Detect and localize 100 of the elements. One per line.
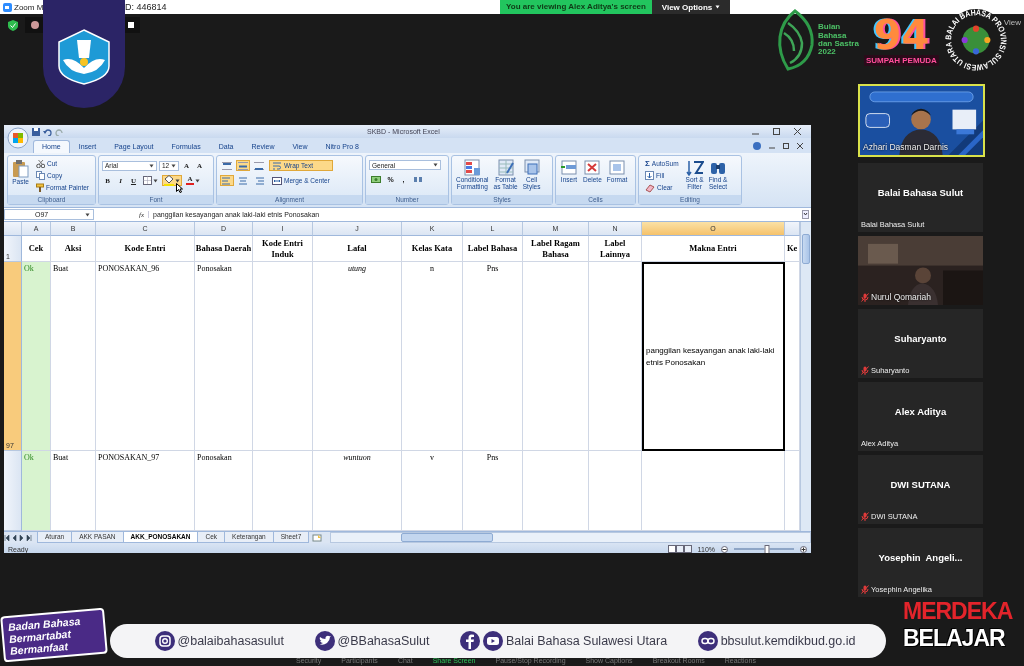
view-options-button[interactable]: View Options [652,0,730,14]
table-cell: Ponosakan [195,262,253,451]
borders-icon [143,176,152,185]
table-cell: PONOSAKAN_96 [96,262,195,451]
participant-name: Azhari Dasman Darnis [863,142,949,152]
caret-icon [171,163,176,168]
sort-icon [685,159,704,176]
facebook-icon [459,631,480,651]
cell-style-icon [522,159,541,176]
camera-icon [154,631,175,651]
muted-microphone-icon [861,366,869,375]
vertical-align-icon [238,161,248,170]
horizontal-align-icon [254,176,264,185]
cursor-icon [176,183,183,193]
merge-icon [272,176,282,185]
vertical-align-button[interactable] [252,160,266,171]
slogan-badge: Badan Bahasa Bermartabat Bermanfaat [0,607,108,663]
link-icon [697,631,718,651]
redo-icon [55,127,64,136]
scissors-icon [36,159,45,168]
column-header[interactable] [785,222,800,236]
vertical-align-button[interactable] [220,160,234,171]
copy-icon [36,171,45,180]
vertical-align-icon [254,161,264,170]
format-cells-icon [608,159,627,176]
bucket-icon [164,175,174,186]
participant-title: Balai Bahasa Sulut [876,187,965,198]
header-cell: Kode Entri [96,236,195,262]
decimal-icon [413,175,423,184]
row-header[interactable] [4,451,22,531]
new-sheet-icon [312,533,323,542]
caret-icon [85,212,90,217]
participant-title: Yosephin Angeli... [877,552,964,563]
zoom-in-icon [800,545,807,553]
horizontal-align-icon [238,176,248,185]
conditional-format-icon [463,159,482,176]
caret-icon [195,178,200,183]
header-cell: Label Lainnya [589,236,642,262]
table-cell: Ok [22,262,51,451]
restore-icon [783,143,789,149]
shield-icon [8,19,18,31]
slider-thumb[interactable] [764,545,770,553]
horizontal-scrollbar[interactable] [330,532,811,543]
stop-icon [128,22,134,28]
maximize-icon [773,128,780,135]
paste-icon [12,159,29,178]
help-icon [753,142,761,150]
expand-icon [802,210,809,219]
select-all-corner[interactable] [4,222,22,236]
table-icon [496,159,515,176]
record-icon [31,21,39,29]
bird-icon [314,631,335,651]
play-icon [482,631,503,651]
zoom-out-icon [721,545,728,553]
muted-microphone-icon [861,585,869,594]
table-cell: utung [313,262,402,451]
video-tile[interactable]: Azhari Dasman Darnis [858,84,985,157]
vertical-align-button[interactable] [236,160,250,171]
vertical-align-icon [222,161,232,170]
header-cell: Lafal [313,236,402,262]
participant-name: Nurul Qomariah [861,292,931,302]
caret-icon [433,163,438,167]
window-title: Zoom M [14,2,44,12]
header-cell: Aksi [51,236,96,262]
undo-icon [43,127,52,136]
caret-icon [149,163,154,168]
caret-icon [715,5,721,9]
decimal-button[interactable] [411,174,425,185]
logo-text: SUMPAH PEMUDA [863,54,939,66]
eraser-icon [645,182,655,193]
close-icon [797,143,803,149]
delete-cells-icon [583,159,602,176]
header-cell: Label Ragam Bahasa [523,236,589,262]
currency-button[interactable] [369,174,383,185]
fill-color-button[interactable] [162,175,182,186]
vertical-scrollbar[interactable] [800,222,811,531]
header-cell: Makna Entri [642,236,785,262]
header-cell: Label Bahasa [463,236,523,262]
wrap-icon [272,161,282,170]
close-icon [794,128,801,135]
table-cell: Buat [51,262,96,451]
muted-microphone-icon [861,512,869,521]
save-icon [32,127,40,136]
table-cell: n [402,262,463,451]
header-cell: Kelas Kata [402,236,463,262]
borders-button[interactable] [141,175,160,186]
muted-microphone-icon [861,292,869,302]
header-cell: Bahasa Daerah [195,236,253,262]
horizontal-align-icon [222,176,232,185]
participant-title: DWI SUTANA [889,479,952,490]
table-cell: panggilan kesayangan anak laki-laki etnis Ponosakan [642,262,785,451]
meeting-id: D: 446814 [125,2,168,12]
video-tile[interactable]: Nurul Qomariah [858,236,983,305]
participant-title: Alex Aditya [893,406,948,417]
caret-icon [153,178,158,183]
brush-icon [36,183,44,192]
table-cell: Ok [22,451,51,531]
logo-number: 94 [873,14,930,55]
insert-cells-icon [560,159,578,176]
view-buttons-icon [667,545,692,553]
